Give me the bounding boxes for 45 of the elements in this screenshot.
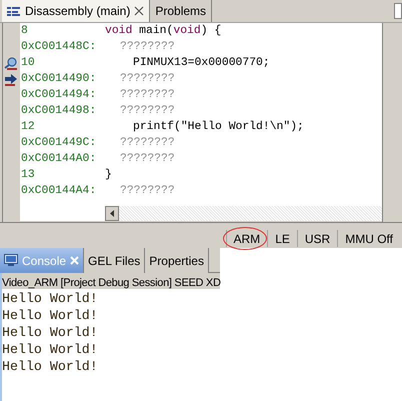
close-icon[interactable]	[134, 6, 144, 16]
instruction-cell-text: ????????	[119, 72, 175, 88]
horizontal-scrollbar[interactable]	[105, 206, 382, 221]
console-line: Hello World!	[2, 290, 98, 307]
tab-label: GEL Files	[88, 252, 140, 270]
address-cell-text: 0xC001449C:	[20, 136, 98, 152]
console-line: Hello World!	[2, 307, 98, 324]
minimize-control[interactable]	[394, 3, 402, 19]
instruction-cell-text: ????????	[119, 104, 175, 120]
editor-tab[interactable]: Disassembly (main)	[2, 0, 150, 22]
address-cell-text: 0xC0014494:	[20, 88, 98, 104]
tab-label: Problems	[155, 3, 206, 20]
address-cell-text: 0xC00144A4:	[20, 184, 98, 200]
source-line: }	[105, 168, 112, 184]
status-item: ARM	[234, 230, 260, 248]
source-line: PINMUX13=0x00000770;	[132, 56, 270, 72]
address-cell-text: 0xC00144A0:	[20, 152, 98, 168]
console-line: Hello World!	[2, 324, 98, 341]
status-item: MMU Off	[345, 230, 393, 248]
address-cell-text: 13	[20, 168, 36, 184]
disassembly-icon	[7, 6, 21, 16]
tab-label: Disassembly (main)	[25, 3, 130, 20]
console-line: Hello World!	[2, 341, 98, 358]
address-cell-text: 10	[20, 56, 36, 72]
address-cell-text: 0xC0014490:	[20, 72, 98, 88]
instruction-cell-text: ????????	[119, 136, 175, 152]
console-line: Hello World!	[2, 358, 98, 375]
instruction-cell-text: ????????	[119, 88, 175, 104]
source-line: printf("Hello World!\n");	[132, 120, 304, 136]
scroll-left-button[interactable]	[105, 206, 119, 221]
status-item: USR	[304, 230, 330, 248]
address-cell-text: 12	[20, 120, 36, 136]
instruction-cell-text: ????????	[119, 152, 175, 168]
instruction-cell-text: ????????	[119, 184, 175, 200]
instruction-cell-text: ????????	[119, 40, 175, 56]
tab-label: Console	[22, 252, 66, 270]
left-arrow-icon	[110, 210, 114, 217]
address-cell-text: 0xC001448C:	[20, 40, 98, 56]
address-cell-text: 8	[20, 24, 29, 40]
source-line: void main(void) {	[105, 24, 222, 40]
console-header: Video_ARM [Project Debug Session] SEED XD	[2, 277, 221, 289]
address-cell-text: 0xC0014498:	[20, 104, 98, 120]
monitor-icon	[4, 254, 18, 267]
status-item: LE	[275, 230, 290, 248]
tab-label: Properties	[149, 252, 204, 270]
